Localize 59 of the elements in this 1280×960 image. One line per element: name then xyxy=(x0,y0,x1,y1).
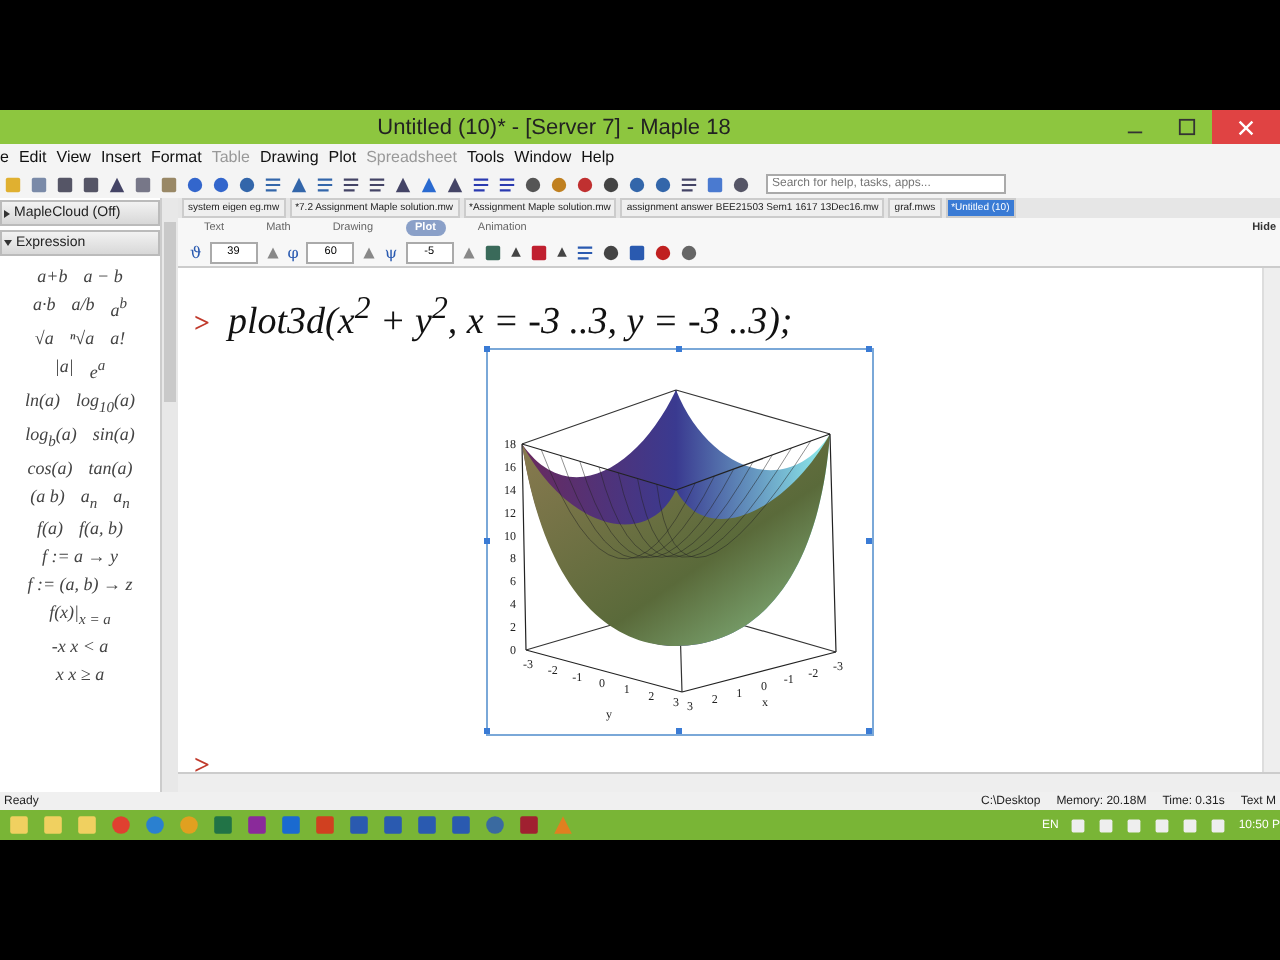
resize-handle[interactable] xyxy=(866,346,872,353)
worksheet-scrollbar[interactable] xyxy=(1262,268,1280,772)
resize-handle[interactable] xyxy=(866,538,872,545)
prompt: > xyxy=(194,752,210,785)
maximize-icon[interactable] xyxy=(1177,118,1195,136)
menu-item[interactable]: Insert xyxy=(100,148,141,166)
resize-handle[interactable] xyxy=(676,728,682,735)
palette-scrollbar[interactable] xyxy=(162,198,178,792)
palette-expression[interactable]: f(a, b) xyxy=(79,518,123,539)
menu-item[interactable]: Help xyxy=(581,148,615,166)
palette-expression[interactable]: a/b xyxy=(71,294,95,320)
resize-handle[interactable] xyxy=(484,728,490,735)
palette-expression[interactable]: |a| xyxy=(54,356,74,382)
palette-expression[interactable]: a − b xyxy=(83,266,123,286)
palette-expression[interactable]: ⁿ√a xyxy=(69,328,95,348)
menu-item[interactable]: e xyxy=(0,148,9,166)
window-title: Untitled (10)* - [Server 7] - Maple 18 xyxy=(375,115,733,139)
resize-handle[interactable] xyxy=(676,346,682,353)
command-input[interactable]: plot3d(x$^{2}$ + y$^{2}$, x = -3 ..3, y = -3 ..3); xyxy=(227,292,793,345)
prompt: > xyxy=(194,310,210,343)
palette-expression[interactable]: f := (a, b) → z xyxy=(27,574,133,595)
resize-handle[interactable] xyxy=(484,538,490,545)
palette-expression[interactable]: f := a → y xyxy=(41,546,119,567)
menu-item[interactable]: Tools xyxy=(466,148,505,166)
resize-handle[interactable] xyxy=(484,346,490,353)
palette-expression[interactable]: e$^{a}$ xyxy=(89,356,106,382)
menu-item[interactable]: Window xyxy=(514,148,572,166)
menu-item[interactable]: View xyxy=(56,148,91,166)
palette-expression[interactable]: x x ≥ a xyxy=(55,664,105,685)
palette-expression[interactable]: sin(a) xyxy=(92,423,135,450)
close-icon xyxy=(1238,119,1254,135)
palette-expression[interactable]: a·b xyxy=(32,294,56,320)
angle-symbol: ψ xyxy=(384,243,398,261)
palette-expression[interactable]: a+b xyxy=(37,266,68,286)
menu-item[interactable]: Drawing xyxy=(259,148,319,166)
palette-expression[interactable]: log$_{10}$(a) xyxy=(75,390,135,416)
palette-expression[interactable]: ln(a) xyxy=(24,390,60,416)
palette-expression[interactable]: (a b) xyxy=(30,485,65,511)
palette-expression[interactable]: log$_{b}$(a) xyxy=(25,423,77,450)
menu-item[interactable]: Plot xyxy=(328,148,357,166)
spinner-icon[interactable] xyxy=(265,245,280,259)
angle-symbol: φ xyxy=(287,243,299,261)
palette-expression[interactable]: a$^{b}$ xyxy=(110,294,127,320)
palette-expression[interactable]: f(a) xyxy=(37,518,63,539)
spinner-icon[interactable] xyxy=(362,245,377,259)
palette-expression[interactable]: -x x < a xyxy=(51,636,109,657)
palette-expression[interactable]: √a xyxy=(34,328,54,348)
resize-handle[interactable] xyxy=(866,728,872,735)
palette-expression[interactable]: tan(a) xyxy=(88,457,133,478)
palette-expression[interactable]: a$_{n}$ xyxy=(80,485,98,511)
palette-expression[interactable]: a$_{n}$ xyxy=(113,485,130,511)
close-button[interactable] xyxy=(1212,110,1280,144)
palette-expression[interactable]: f(x)|$_{x = a}$ xyxy=(49,602,111,629)
palette-expression[interactable]: a! xyxy=(110,328,126,348)
menu-item[interactable]: Edit xyxy=(18,148,47,166)
palette-expression[interactable]: cos(a) xyxy=(27,457,73,478)
spinner-icon[interactable] xyxy=(461,245,476,259)
angle-symbol: ϑ xyxy=(190,243,202,261)
menu-item[interactable]: Format xyxy=(150,148,202,166)
